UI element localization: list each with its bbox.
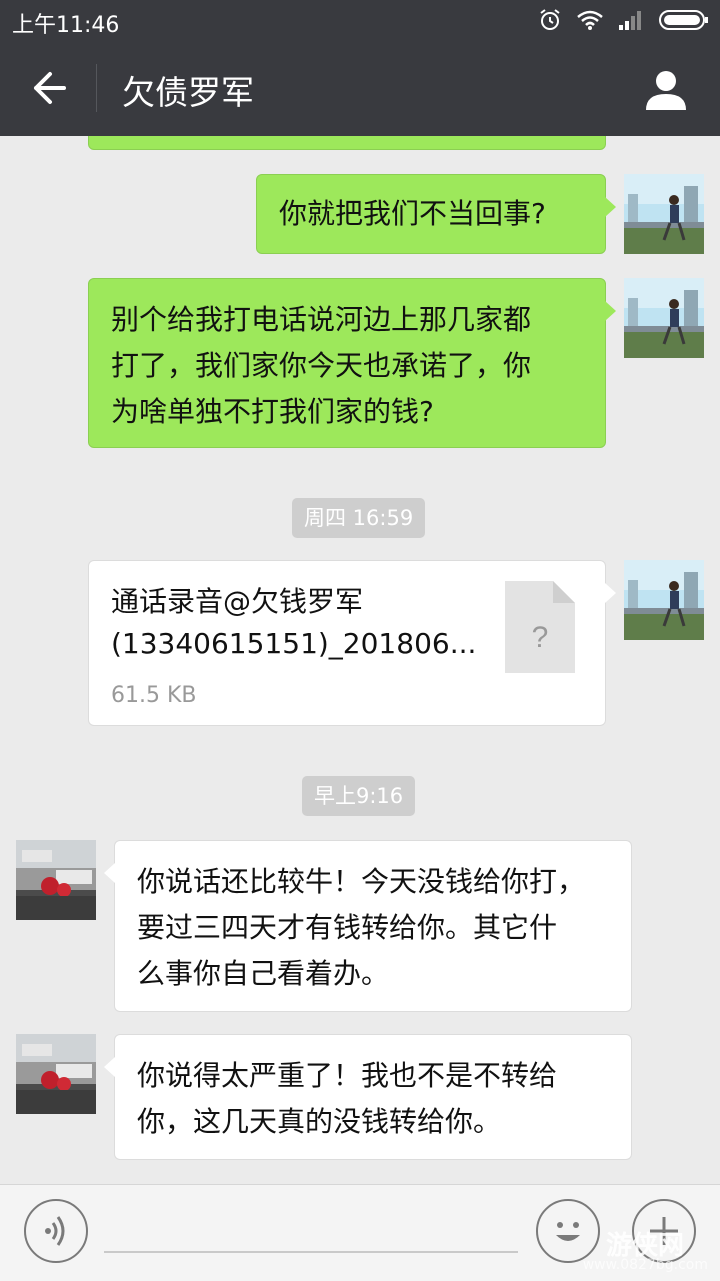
my-avatar[interactable]	[624, 278, 704, 358]
contact-info-button[interactable]	[644, 68, 688, 110]
message-line: 你说得太严重了！我也不是不转给	[137, 1059, 558, 1092]
bubble-tail	[104, 863, 115, 883]
signal-icon	[619, 11, 641, 30]
voice-button[interactable]	[24, 1199, 88, 1263]
bubble-tail	[104, 1057, 115, 1077]
message-line: 要过三四天才有钱转给你。其它什	[137, 911, 558, 944]
file-name-line2: (13340615151)_201806...	[111, 627, 477, 660]
contact-avatar[interactable]	[16, 840, 96, 920]
status-bar: 上午11:46	[0, 0, 720, 40]
message-line: 打了，我们家你今天也承诺了，你	[111, 349, 532, 382]
message-bubble[interactable]: 你说得太严重了！我也不是不转给 你，这几天真的没钱转给你。	[104, 1034, 632, 1160]
watermark-url: www.0827bg.com	[582, 1257, 708, 1273]
battery-icon	[659, 10, 708, 30]
message-bubble-partial	[88, 136, 606, 150]
back-button[interactable]	[26, 68, 70, 108]
file-name-line1: 通话录音@欠钱罗军	[111, 585, 364, 618]
chat-message-list[interactable]: 你就把我们不当回事? 别个给我打电话说河边上那几家都 打了，我们家你今天也承诺了…	[0, 136, 720, 1184]
file-message-bubble[interactable]: 通话录音@欠钱罗军 (13340615151)_201806... 61.5 K…	[88, 560, 616, 726]
file-size: 61.5 KB	[111, 683, 197, 708]
svg-text:?: ?	[532, 621, 549, 654]
chat-header: 欠债罗军	[0, 40, 720, 136]
time-divider: 早上9:16	[302, 776, 416, 816]
my-avatar[interactable]	[624, 174, 704, 254]
emoji-icon	[556, 1222, 580, 1241]
contact-avatar[interactable]	[16, 1034, 96, 1114]
emoji-button[interactable]	[536, 1199, 600, 1263]
message-line: 为啥单独不打我们家的钱?	[111, 395, 434, 428]
voice-icon	[45, 1216, 65, 1246]
back-arrow-icon	[34, 72, 66, 104]
message-text: 你就把我们不当回事?	[279, 197, 546, 230]
message-text-input[interactable]	[104, 1251, 518, 1253]
contact-icon	[646, 71, 686, 110]
bubble-tail	[605, 301, 616, 321]
message-line: 你说话还比较牛！今天没钱给你打，	[137, 865, 586, 898]
message-line: 别个给我打电话说河边上那几家都	[111, 303, 532, 336]
bubble-tail	[605, 197, 616, 217]
status-icons	[538, 7, 710, 33]
message-input-bar: 游侠网 www.0827bg.com	[0, 1184, 720, 1281]
message-bubble[interactable]: 你就把我们不当回事?	[256, 174, 616, 254]
message-line: 么事你自己看着办。	[137, 957, 390, 990]
chat-title: 欠债罗军	[122, 73, 254, 112]
time-divider: 周四 16:59	[292, 498, 426, 538]
message-bubble[interactable]: 别个给我打电话说河边上那几家都 打了，我们家你今天也承诺了，你 为啥单独不打我们…	[88, 278, 616, 448]
file-unknown-icon: ?	[505, 581, 575, 673]
bubble-tail	[605, 583, 616, 603]
message-bubble[interactable]: 你说话还比较牛！今天没钱给你打， 要过三四天才有钱转给你。其它什 么事你自己看着…	[104, 840, 632, 1012]
status-time: 上午11:46	[12, 13, 120, 38]
wifi-icon	[577, 10, 603, 30]
my-avatar[interactable]	[624, 560, 704, 640]
alarm-icon	[540, 9, 560, 30]
message-line: 你，这几天真的没钱转给你。	[137, 1105, 502, 1138]
header-divider	[96, 64, 97, 112]
